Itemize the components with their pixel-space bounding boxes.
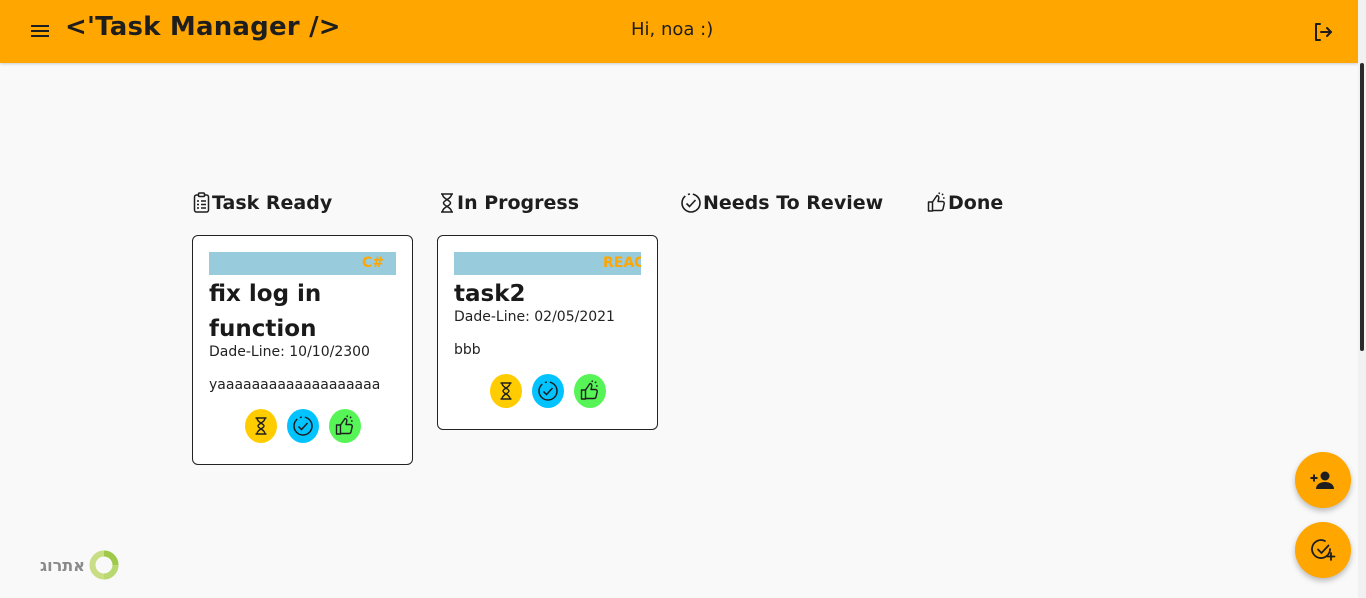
card-description: yaaaaaaaaaaaaaaaaaaa <box>209 377 381 393</box>
column-header-task-ready: Task Ready <box>192 189 332 217</box>
column-label: Done <box>948 192 1004 214</box>
add-task-icon <box>1311 539 1336 561</box>
card-tag: REACT <box>603 255 641 271</box>
move-to-in-progress-button[interactable] <box>244 409 277 443</box>
dashed-check-circle-icon <box>681 193 701 213</box>
thumbs-up-icon <box>580 380 598 400</box>
move-to-in-progress-button[interactable] <box>489 374 522 408</box>
card-tag-band: C# <box>209 252 396 275</box>
card-title: task2 <box>454 281 526 307</box>
move-to-review-button[interactable] <box>286 409 319 443</box>
greeting-text: Hi, noa :) <box>631 19 714 40</box>
clipboard-list-icon <box>193 192 210 213</box>
task-card-task2[interactable]: REACT task2 Dade-Line: 02/05/2021 bbb <box>437 235 658 430</box>
logout-icon <box>1315 23 1332 41</box>
thumbs-up-icon <box>927 192 945 212</box>
ring-logo-icon <box>89 550 119 580</box>
card-description: bbb <box>454 342 481 358</box>
hourglass-icon <box>255 417 266 435</box>
brand-logo: אתרוג <box>40 549 120 581</box>
card-tag: C# <box>361 255 384 271</box>
task-card-fix-log-in[interactable]: C# fix log in function Dade-Line: 10/10/… <box>192 235 413 465</box>
hamburger-menu-icon <box>31 25 49 37</box>
logout-button[interactable] <box>1311 20 1335 44</box>
card-tag-band: REACT <box>454 252 641 275</box>
scrollbar-thumb[interactable] <box>1360 63 1364 351</box>
add-user-icon <box>1310 471 1334 489</box>
card-title: fix log in function <box>209 281 322 342</box>
hourglass-icon <box>441 193 453 213</box>
dashed-check-circle-icon <box>292 416 313 436</box>
column-header-needs-to-review: Needs To Review <box>680 189 883 217</box>
card-actions <box>454 374 641 408</box>
column-header-in-progress: In Progress <box>438 189 579 217</box>
add-user-button[interactable] <box>1295 452 1351 508</box>
column-label: Task Ready <box>212 192 333 214</box>
move-to-done-button[interactable] <box>328 409 361 443</box>
menu-button[interactable] <box>29 21 51 41</box>
app-bar: <'Task Manager /> Hi, noa :) <box>0 0 1358 63</box>
thumbs-up-icon <box>335 415 353 435</box>
card-deadline: Dade-Line: 10/10/2300 <box>209 344 370 360</box>
column-label: In Progress <box>457 192 580 214</box>
column-header-done: Done <box>927 189 1003 217</box>
move-to-review-button[interactable] <box>531 374 564 408</box>
add-task-button[interactable] <box>1295 522 1351 578</box>
brand-text: אתרוג <box>40 555 85 575</box>
app-title: <'Task Manager /> <box>65 12 341 42</box>
move-to-done-button[interactable] <box>573 374 606 408</box>
hourglass-icon <box>500 382 511 400</box>
card-deadline: Dade-Line: 02/05/2021 <box>454 309 615 325</box>
column-label: Needs To Review <box>703 192 884 214</box>
dashed-check-circle-icon <box>537 381 558 401</box>
card-actions <box>209 409 396 443</box>
